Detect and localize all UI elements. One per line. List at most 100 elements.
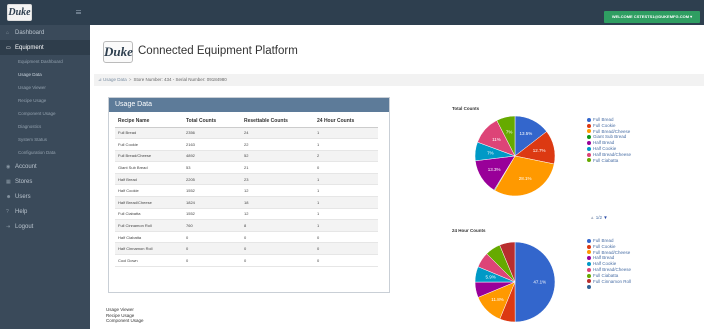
table-cell: Full Ciabatta — [115, 208, 183, 221]
sidebar-sub-configuration-data[interactable]: Configuration Data — [0, 146, 90, 159]
sidebar-item-equipment[interactable]: ▭ Equipment — [0, 40, 90, 55]
table-row: Full Bread 2356 24 1 — [115, 127, 378, 140]
link-component-usage[interactable]: Component Usage — [106, 318, 144, 324]
table-cell: 1 — [314, 219, 378, 232]
table-row: Giant Sub Bread 53 21 0 — [115, 161, 378, 174]
slice-label: 13.3% — [488, 167, 501, 172]
building-icon: ▦ — [6, 178, 11, 185]
breadcrumb-separator: > — [128, 77, 132, 82]
sidebar-sub-usage-data[interactable]: Usage Data — [0, 68, 90, 81]
slice-label: 12.7% — [533, 148, 546, 153]
table-cell: 2205 — [183, 173, 241, 186]
legend-swatch — [587, 244, 591, 249]
legend-item[interactable] — [587, 284, 631, 290]
legend-pager: ▲ 1/2 ▼ — [590, 215, 608, 220]
sidebar-item-label: Logout — [15, 223, 34, 230]
table-cell: Half Cookie — [115, 184, 183, 198]
legend-item[interactable]: Full Ciabatta — [587, 158, 631, 164]
legend-swatch — [587, 117, 591, 122]
table-row: Full Bread/Cheese 4892 52 2 — [115, 150, 378, 163]
table-cell: 24 — [241, 127, 314, 140]
brand-logo[interactable]: Duke — [7, 4, 32, 21]
table-cell: 53 — [183, 161, 241, 174]
sidebar-item-account[interactable]: ◉ Account — [0, 159, 90, 174]
sidebar-item-logout[interactable]: ⇥ Logout — [0, 219, 90, 234]
table-cell: 0 — [314, 254, 378, 267]
logout-icon: ⇥ — [6, 223, 11, 230]
table-cell: 0 — [241, 231, 314, 244]
user-icon: ◉ — [6, 163, 11, 170]
panel-title: Usage Data — [109, 98, 389, 112]
user-menu-button[interactable]: WELCOME CSTESTS1@DUKEMFG.COM ▾ — [604, 11, 700, 23]
table-cell: Full Cookie — [115, 138, 183, 151]
sidebar-sub-diagnostics[interactable]: Diagnostics — [0, 120, 90, 133]
legend-swatch — [587, 273, 591, 278]
sidebar-item-users[interactable]: ☻ Users — [0, 189, 90, 204]
table-cell: Full Bread/Cheese — [115, 150, 183, 163]
usage-data-panel: Usage Data Recipe Name Total Counts Rese… — [108, 97, 390, 293]
slice-label: 7% — [487, 151, 494, 156]
breadcrumb-link-usage-data[interactable]: Usage Data — [103, 77, 127, 82]
sidebar-sub-system-status[interactable]: System Status — [0, 133, 90, 146]
sidebar-sub-recipe-usage[interactable]: Recipe Usage — [0, 94, 90, 107]
next-page-icon[interactable]: ▼ — [602, 215, 607, 220]
slice-label: 47.1% — [533, 279, 546, 284]
table-cell: 1 — [314, 196, 378, 209]
legend-item[interactable]: Full Cinnamon Roll — [587, 279, 631, 285]
table-cell: 0 — [314, 161, 378, 174]
usage-table: Recipe Name Total Counts Resettable Coun… — [115, 116, 378, 267]
legend-swatch — [587, 238, 591, 243]
table-cell: 1 — [314, 184, 378, 198]
table-row: Cool Down 0 0 0 — [115, 254, 378, 267]
table-cell: Full Cinnamon Roll — [115, 219, 183, 232]
sidebar-sub-usage-viewer[interactable]: Usage Viewer — [0, 81, 90, 94]
legend-swatch — [587, 267, 591, 272]
sidebar-item-help[interactable]: ? Help — [0, 204, 90, 219]
table-header-row: Recipe Name Total Counts Resettable Coun… — [115, 116, 378, 128]
sidebar-sub-equipment-dashboard[interactable]: Equipment Dashboard — [0, 55, 90, 68]
table-cell: 8 — [241, 219, 314, 232]
table-cell: 21 — [241, 161, 314, 174]
legend-label: Full Cinnamon Roll — [593, 278, 632, 284]
sidebar-item-label: Dashboard — [15, 29, 45, 36]
table-cell: 2 — [314, 150, 378, 163]
legend-swatch — [587, 285, 591, 290]
column-header[interactable]: Resettable Counts — [241, 116, 314, 128]
legend-swatch — [587, 141, 591, 146]
legend-swatch — [587, 152, 591, 157]
legend-swatch — [587, 129, 591, 134]
legend-swatch — [587, 123, 591, 128]
table-cell: 1552 — [183, 184, 241, 198]
table-cell: Half Bread/Cheese — [115, 196, 183, 209]
hour-counts-pie-chart: 47.1% 11.8% 5.9% — [474, 241, 556, 323]
sidebar-item-dashboard[interactable]: ⌂ Dashboard — [0, 25, 90, 40]
slice-label: 7% — [506, 129, 513, 134]
column-header[interactable]: 24 Hour Counts — [314, 116, 378, 128]
usage-table-body: Full Bread 2356 24 1 Full Cookie 2163 22 1 Full … — [115, 127, 378, 267]
table-cell: 0 — [241, 254, 314, 267]
legend-swatch — [587, 262, 591, 267]
table-cell: 1552 — [183, 208, 241, 221]
table-cell: 18 — [241, 196, 314, 209]
menu-toggle-icon[interactable] — [76, 10, 81, 14]
column-header[interactable]: Recipe Name — [115, 116, 183, 128]
page-logo: Duke — [103, 41, 133, 63]
table-row: Full Cookie 2163 22 1 — [115, 138, 378, 151]
table-cell: 1 — [314, 127, 378, 140]
sidebar-item-stores[interactable]: ▦ Stores — [0, 174, 90, 189]
column-header[interactable]: Total Counts — [183, 116, 241, 128]
table-cell: 4892 — [183, 150, 241, 163]
legend-label: Full Ciabatta — [593, 157, 619, 163]
monitor-icon: ▭ — [6, 44, 11, 51]
sidebar-sub-component-usage[interactable]: Component Usage — [0, 107, 90, 120]
table-cell: Half Bread — [115, 173, 183, 186]
total-counts-pie-chart: 13.5% 12.7% 28.1% 13.3% 7% 11% 7% — [474, 115, 556, 197]
table-cell: 760 — [183, 219, 241, 232]
table-cell: 52 — [241, 150, 314, 163]
table-cell: 2163 — [183, 138, 241, 151]
table-cell: 0 — [241, 242, 314, 256]
home-icon: ⌂ — [6, 29, 10, 36]
table-cell: 12 — [241, 208, 314, 221]
help-icon: ? — [6, 208, 9, 215]
table-row: Full Cinnamon Roll 760 8 1 — [115, 219, 378, 232]
